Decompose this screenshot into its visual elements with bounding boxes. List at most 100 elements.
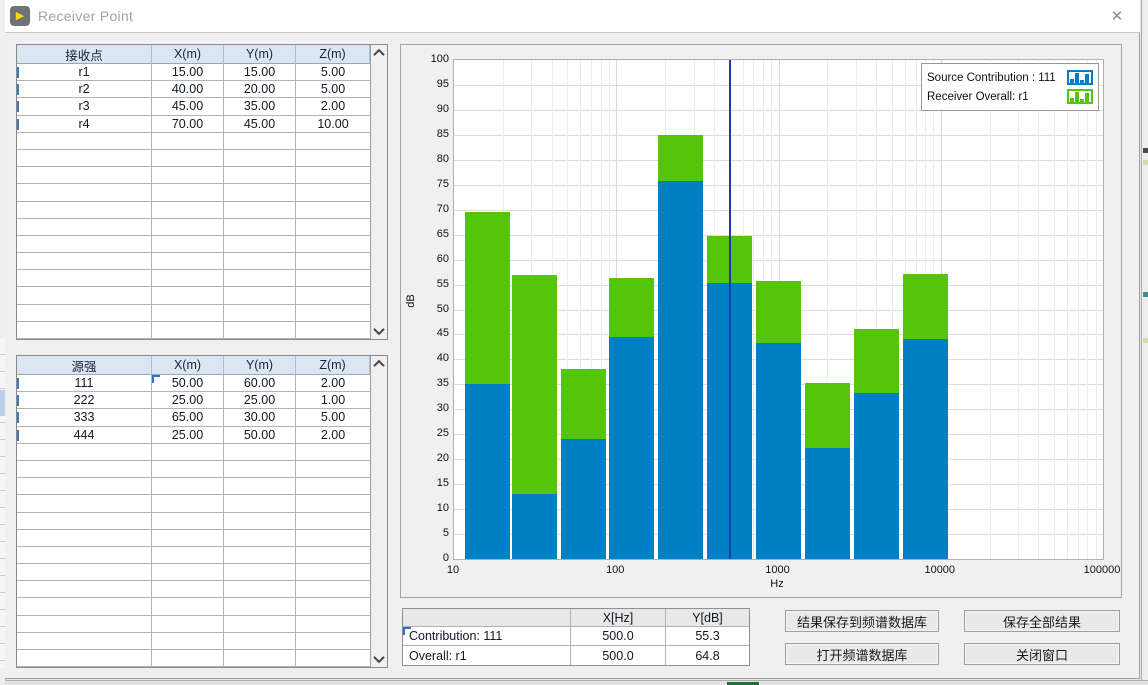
scroll-up-icon[interactable]: [371, 356, 387, 372]
table-cell[interactable]: [224, 219, 296, 236]
table-empty-row[interactable]: [17, 150, 370, 167]
table-cell[interactable]: [224, 461, 296, 478]
table-empty-row[interactable]: [17, 305, 370, 322]
table-cell[interactable]: 222: [17, 392, 152, 409]
table-cell[interactable]: [296, 184, 370, 201]
table-cell[interactable]: [17, 650, 152, 667]
table-cell[interactable]: [152, 478, 224, 495]
table-cell[interactable]: r2: [17, 81, 152, 98]
contribution-bar-segment[interactable]: [561, 439, 606, 559]
contribution-bar-segment[interactable]: [756, 343, 801, 559]
table-cell[interactable]: [17, 150, 152, 167]
table-cell[interactable]: [17, 547, 152, 564]
table-cell[interactable]: [224, 581, 296, 598]
table-cell[interactable]: [296, 287, 370, 304]
table-cell[interactable]: [224, 184, 296, 201]
table-cell[interactable]: [17, 253, 152, 270]
table-cell[interactable]: 50.00: [152, 375, 224, 392]
table-cell[interactable]: [17, 633, 152, 650]
contribution-bar-segment[interactable]: [465, 384, 510, 559]
table-cell[interactable]: [152, 650, 224, 667]
table-empty-row[interactable]: [17, 564, 370, 581]
table-cell[interactable]: [152, 253, 224, 270]
table-cell[interactable]: [152, 167, 224, 184]
table-cell[interactable]: 40.00: [152, 81, 224, 98]
table-cell[interactable]: [152, 184, 224, 201]
table-cell[interactable]: [224, 287, 296, 304]
table-cell[interactable]: [224, 478, 296, 495]
table-cell[interactable]: [296, 650, 370, 667]
table-cell[interactable]: [296, 444, 370, 461]
readout-cell[interactable]: 64.8: [666, 646, 749, 665]
receiver-point-table-cells[interactable]: 接收点X(m)Y(m)Z(m)r115.0015.005.00r240.0020…: [17, 45, 370, 339]
scroll-down-icon[interactable]: [371, 323, 387, 339]
source-strength-table-cells[interactable]: 源强X(m)Y(m)Z(m)11150.0060.002.0022225.002…: [17, 356, 370, 667]
table-cell[interactable]: [17, 133, 152, 150]
table-empty-row[interactable]: [17, 322, 370, 339]
readout-row[interactable]: Overall: r1500.064.8: [403, 646, 749, 665]
table-cell[interactable]: [296, 530, 370, 547]
table-cell[interactable]: r1: [17, 64, 152, 81]
table-cell[interactable]: 111: [17, 375, 152, 392]
table-cell[interactable]: [152, 219, 224, 236]
close-icon[interactable]: ✕: [1102, 5, 1132, 27]
graph-cursor-line[interactable]: [729, 60, 731, 559]
table-cell[interactable]: [224, 133, 296, 150]
table-empty-row[interactable]: [17, 513, 370, 530]
table-cell[interactable]: [224, 322, 296, 339]
table-cell[interactable]: [17, 598, 152, 615]
table-cell[interactable]: [296, 461, 370, 478]
table-cell[interactable]: [17, 287, 152, 304]
table-cell[interactable]: [224, 236, 296, 253]
table-cell[interactable]: 70.00: [152, 116, 224, 133]
table-cell[interactable]: 65.00: [152, 409, 224, 426]
table-cell[interactable]: [152, 270, 224, 287]
table-cell[interactable]: [296, 236, 370, 253]
table-cell[interactable]: [296, 495, 370, 512]
table-cell[interactable]: [296, 564, 370, 581]
table-cell[interactable]: [17, 202, 152, 219]
table-row[interactable]: r345.0035.002.00: [17, 98, 370, 115]
table-cell[interactable]: [224, 305, 296, 322]
table-cell[interactable]: [224, 650, 296, 667]
table-cell[interactable]: 20.00: [224, 81, 296, 98]
table-empty-row[interactable]: [17, 633, 370, 650]
table-cell[interactable]: 5.00: [296, 81, 370, 98]
contribution-bar-segment[interactable]: [805, 448, 850, 559]
table-cell[interactable]: 60.00: [224, 375, 296, 392]
scroll-down-icon[interactable]: [371, 651, 387, 667]
table-empty-row[interactable]: [17, 184, 370, 201]
table-cell[interactable]: [152, 530, 224, 547]
table-cell[interactable]: [224, 150, 296, 167]
table-cell[interactable]: [17, 219, 152, 236]
contribution-bar-segment[interactable]: [854, 393, 899, 559]
table-cell[interactable]: [296, 581, 370, 598]
table-cell[interactable]: [296, 633, 370, 650]
table-cell[interactable]: 25.00: [152, 392, 224, 409]
table-cell[interactable]: 25.00: [224, 392, 296, 409]
table-cell[interactable]: [296, 598, 370, 615]
table-cell[interactable]: [296, 322, 370, 339]
table-cell[interactable]: [152, 495, 224, 512]
table-cell[interactable]: [17, 305, 152, 322]
spectrum-plot-area[interactable]: [453, 59, 1104, 560]
table-cell[interactable]: [152, 287, 224, 304]
table-cell[interactable]: [296, 305, 370, 322]
readout-row[interactable]: Contribution: 111500.055.3: [403, 627, 749, 646]
save-all-results-button[interactable]: 保存全部结果: [964, 610, 1120, 632]
title-bar[interactable]: [5, 0, 1140, 32]
table-cell[interactable]: 444: [17, 427, 152, 444]
table-cell[interactable]: [224, 616, 296, 633]
table-cell[interactable]: 2.00: [296, 98, 370, 115]
contribution-bar-segment[interactable]: [658, 181, 703, 559]
table-cell[interactable]: 10.00: [296, 116, 370, 133]
table-empty-row[interactable]: [17, 530, 370, 547]
table-empty-row[interactable]: [17, 133, 370, 150]
table-cell[interactable]: [296, 133, 370, 150]
table-empty-row[interactable]: [17, 478, 370, 495]
table-cell[interactable]: [17, 495, 152, 512]
table-cell[interactable]: [17, 530, 152, 547]
table-row[interactable]: 33365.0030.005.00: [17, 409, 370, 426]
contribution-bar-segment[interactable]: [903, 339, 948, 559]
table-empty-row[interactable]: [17, 270, 370, 287]
